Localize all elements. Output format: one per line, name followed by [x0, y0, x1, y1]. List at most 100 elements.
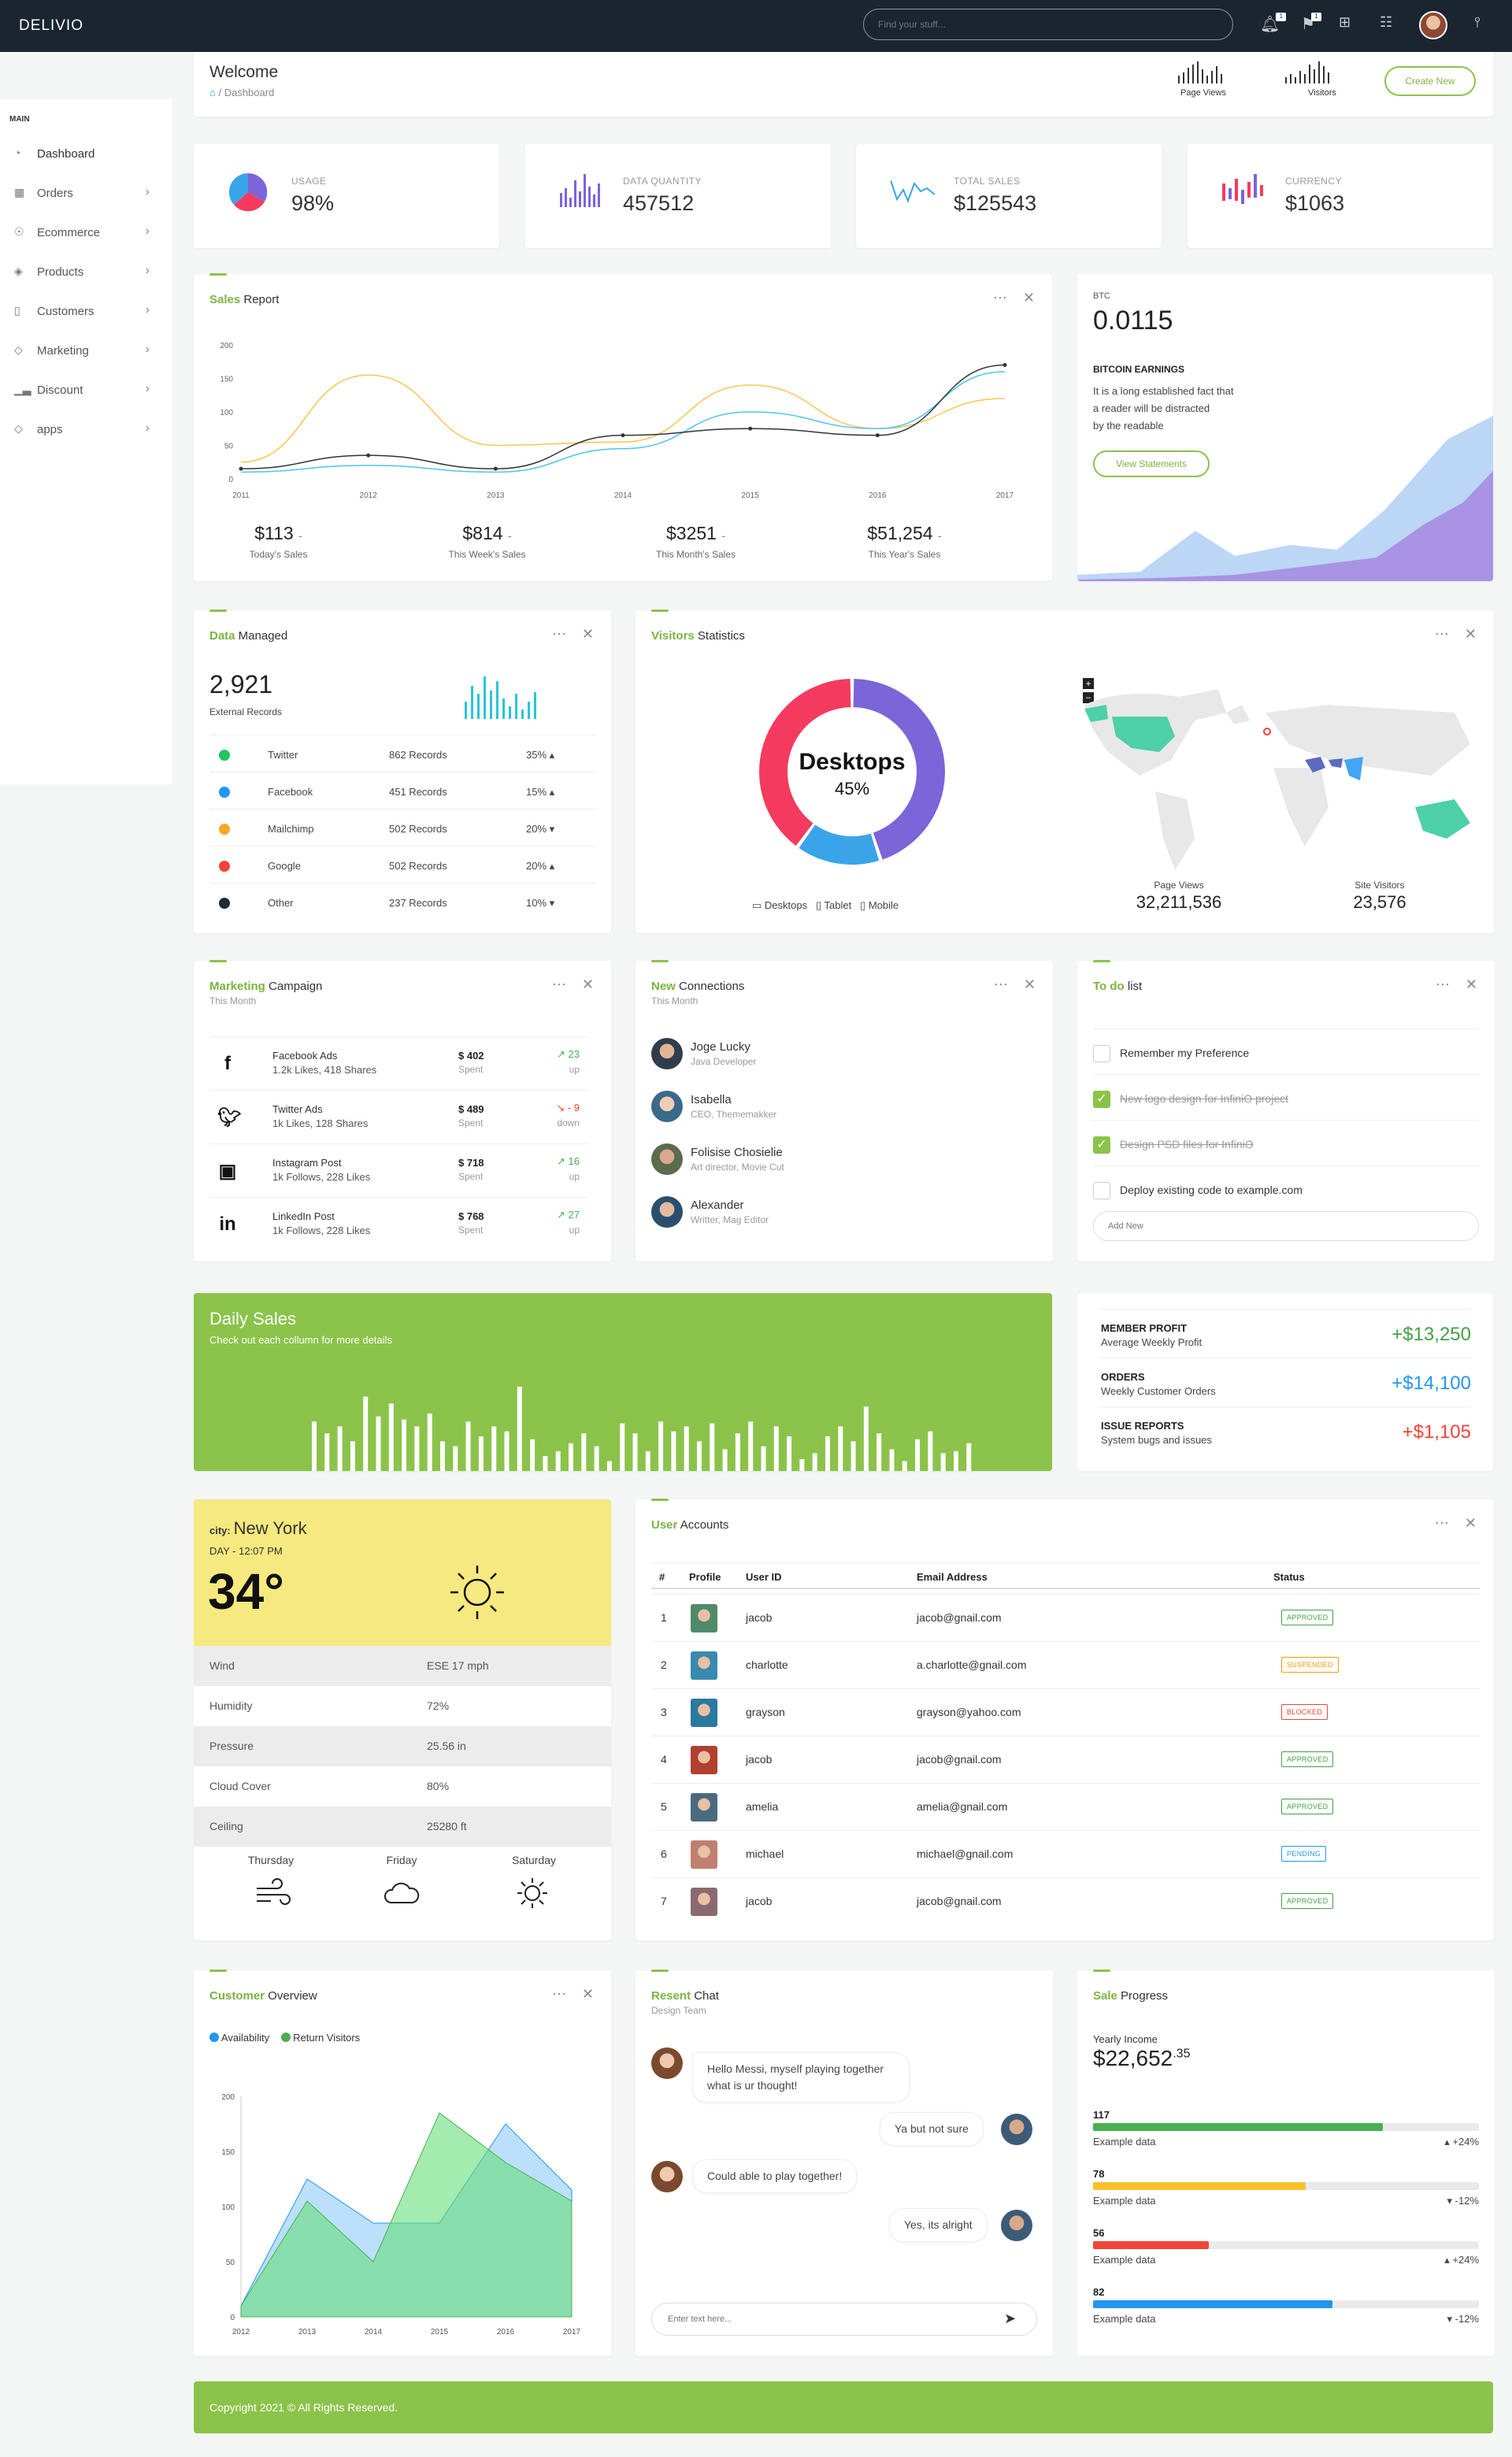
daily-bar[interactable] — [966, 1443, 972, 1471]
table-row[interactable]: 5 amelia amelia@gnail.com APPROVED — [651, 1783, 1480, 1830]
table-row[interactable]: 6 michael michael@gnail.com PENDING — [651, 1830, 1480, 1877]
breadcrumb-current[interactable]: Dashboard — [224, 87, 275, 98]
connection-item[interactable]: Alexander Writter, Mag Editor — [651, 1196, 1029, 1245]
close-icon[interactable]: ✕ — [582, 1986, 595, 2002]
apps-grid-icon[interactable]: ⊞ — [1339, 14, 1351, 31]
user-email[interactable]: grayson@yahoo.com — [917, 1706, 1021, 1718]
daily-bar[interactable] — [889, 1449, 895, 1471]
sidebar-item-customers[interactable]: ▯ Customers › — [0, 298, 172, 326]
donut-slice-tablet[interactable] — [799, 825, 880, 865]
home-icon[interactable]: ⌂ — [209, 87, 216, 98]
daily-bar[interactable] — [645, 1451, 650, 1471]
daily-bar[interactable] — [761, 1446, 766, 1472]
settings-sliders-icon[interactable]: ⫯ — [1474, 14, 1480, 31]
sidebar-item-products[interactable]: ◈ Products › — [0, 258, 172, 287]
daily-bar[interactable] — [838, 1426, 843, 1471]
daily-bar[interactable] — [735, 1433, 740, 1471]
daily-bar[interactable] — [453, 1446, 458, 1472]
daily-bar[interactable] — [337, 1426, 343, 1471]
connection-item[interactable]: Isabella CEO, Thememakker — [651, 1091, 1029, 1140]
daily-bar[interactable] — [671, 1431, 676, 1471]
more-icon[interactable]: ⋯ — [552, 976, 568, 992]
user-avatar[interactable] — [1419, 11, 1447, 39]
todo-checkbox[interactable]: ✓ — [1093, 1091, 1110, 1108]
daily-bar[interactable] — [465, 1421, 471, 1471]
campaign-row[interactable]: in LinkedIn Post 1k Follows, 228 Likes $ 76… — [209, 1197, 587, 1251]
daily-bar[interactable] — [940, 1453, 946, 1471]
daily-bar[interactable] — [697, 1441, 702, 1471]
daily-bar[interactable] — [440, 1441, 445, 1471]
app-logo[interactable]: DELIVIO — [19, 17, 83, 35]
todo-add-input[interactable] — [1093, 1211, 1479, 1241]
sidebar-item-marketing[interactable]: ◇ Marketing › — [0, 337, 172, 365]
sidebar-item-discount[interactable]: ▁▃ Discount › — [0, 376, 172, 405]
sidebar-item-orders[interactable]: ▦ Orders › — [0, 180, 172, 208]
user-email[interactable]: a.charlotte@gnail.com — [917, 1658, 1027, 1671]
close-icon[interactable]: ✕ — [582, 626, 595, 642]
daily-bar[interactable] — [915, 1439, 921, 1471]
connection-item[interactable]: Joge Lucky Java Developer — [651, 1038, 1029, 1087]
create-new-button[interactable]: Create New — [1384, 66, 1476, 96]
daily-bar[interactable] — [363, 1396, 369, 1472]
daily-bar[interactable] — [632, 1433, 638, 1471]
daily-bar[interactable] — [812, 1453, 817, 1471]
daily-bar[interactable] — [902, 1461, 907, 1471]
user-email[interactable]: jacob@gnail.com — [917, 1611, 1002, 1624]
daily-bar[interactable] — [402, 1419, 407, 1471]
user-email[interactable]: amelia@gnail.com — [917, 1800, 1007, 1813]
close-icon[interactable]: ✕ — [1465, 1515, 1478, 1531]
daily-bar[interactable] — [606, 1461, 612, 1471]
daily-bar[interactable] — [850, 1441, 856, 1471]
table-row[interactable]: 7 jacob jacob@gnail.com APPROVED — [651, 1877, 1480, 1925]
more-icon[interactable]: ⋯ — [552, 626, 568, 642]
daily-bar[interactable] — [876, 1433, 882, 1471]
daily-bar[interactable] — [504, 1431, 510, 1471]
user-email[interactable]: michael@gnail.com — [917, 1847, 1013, 1860]
daily-bar[interactable] — [324, 1433, 330, 1471]
daily-bar[interactable] — [825, 1436, 830, 1471]
chat-icon[interactable]: ☷ — [1380, 14, 1392, 31]
daily-bar[interactable] — [427, 1413, 432, 1471]
table-row[interactable]: 2 charlotte a.charlotte@gnail.com SUSPENDED — [651, 1641, 1480, 1688]
daily-bar[interactable] — [530, 1439, 536, 1471]
todo-checkbox[interactable] — [1093, 1182, 1110, 1199]
daily-bar[interactable] — [543, 1456, 548, 1471]
daily-bar[interactable] — [748, 1421, 754, 1471]
more-icon[interactable]: ⋯ — [994, 976, 1010, 992]
campaign-row[interactable]: 🐦︎ Twitter Ads 1k Likes, 128 Shares $ 489 Sp… — [209, 1090, 587, 1143]
search-input[interactable] — [863, 9, 1233, 40]
daily-bar[interactable] — [658, 1421, 664, 1471]
todo-checkbox[interactable]: ✓ — [1093, 1136, 1110, 1154]
close-icon[interactable]: ✕ — [1023, 290, 1036, 306]
daily-bar[interactable] — [478, 1436, 484, 1471]
user-email[interactable]: jacob@gnail.com — [917, 1895, 1002, 1907]
daily-bar[interactable] — [710, 1423, 715, 1471]
daily-bar[interactable] — [773, 1426, 779, 1471]
sidebar-item-apps[interactable]: ◇ apps › — [0, 416, 172, 444]
chat-message-input[interactable] — [651, 2303, 1037, 2336]
campaign-row[interactable]: ▣ Instagram Post 1k Follows, 228 Likes $ 71… — [209, 1143, 587, 1197]
daily-bar[interactable] — [954, 1451, 958, 1471]
daily-bar[interactable] — [569, 1443, 573, 1471]
sidebar-item-ecommerce[interactable]: ☉ Ecommerce › — [0, 219, 172, 247]
flag-icon[interactable]: ⚑ 1 — [1301, 13, 1321, 34]
table-row[interactable]: 3 grayson grayson@yahoo.com BLOCKED — [651, 1688, 1480, 1736]
more-icon[interactable]: ⋯ — [552, 1986, 568, 2002]
close-icon[interactable]: ✕ — [582, 976, 595, 992]
daily-bar[interactable] — [350, 1441, 355, 1471]
daily-bar[interactable] — [581, 1433, 587, 1471]
campaign-row[interactable]: f Facebook Ads 1.2k Likes, 418 Shares $ 402… — [209, 1036, 587, 1090]
daily-bar[interactable] — [928, 1431, 933, 1471]
daily-bar[interactable] — [388, 1403, 394, 1471]
table-row[interactable]: 1 jacob jacob@gnail.com APPROVED — [651, 1594, 1480, 1641]
connection-item[interactable]: Folisise Chosielie Art director, Movie Cu… — [651, 1143, 1029, 1192]
close-icon[interactable]: ✕ — [1465, 626, 1478, 642]
daily-bar[interactable] — [312, 1421, 317, 1471]
daily-bar[interactable] — [722, 1449, 728, 1471]
more-icon[interactable]: ⋯ — [993, 290, 1009, 306]
more-icon[interactable]: ⋯ — [1436, 976, 1451, 992]
daily-bar[interactable] — [787, 1436, 792, 1471]
daily-bar[interactable] — [414, 1426, 420, 1471]
daily-bar[interactable] — [555, 1451, 561, 1471]
daily-bar[interactable] — [517, 1386, 522, 1471]
